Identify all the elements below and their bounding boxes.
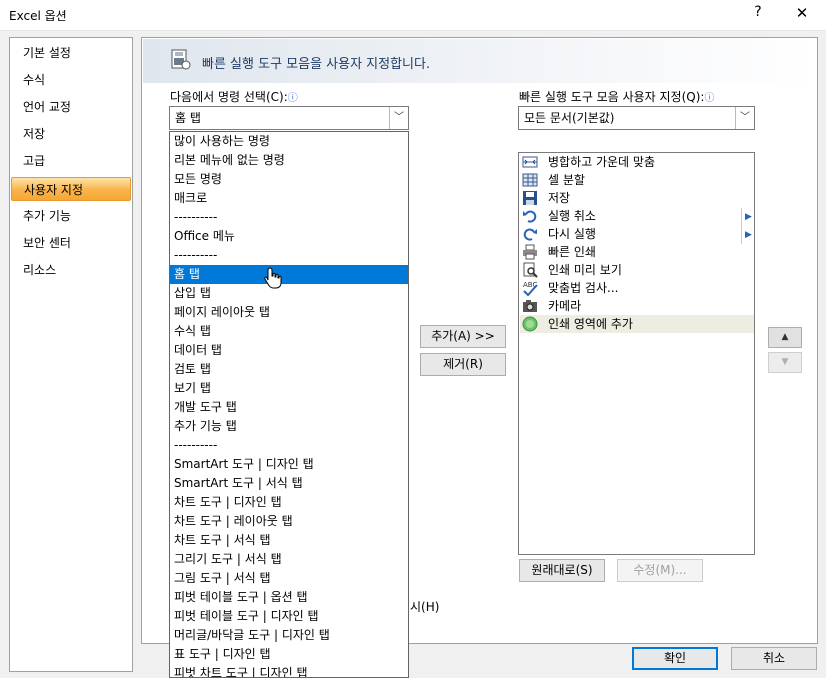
quick-access-toolbar-icon bbox=[171, 49, 191, 70]
nav-item-resources[interactable]: 리소스 bbox=[11, 258, 131, 282]
undo-icon bbox=[523, 210, 537, 223]
add-button[interactable]: 추가(A) >> bbox=[420, 325, 506, 348]
list-item[interactable]: 빠른 인쇄 bbox=[520, 243, 754, 261]
dropdown-separator: ---------- bbox=[174, 248, 218, 262]
submenu-arrow-icon: ▶ bbox=[741, 208, 752, 226]
print-preview-icon bbox=[523, 262, 538, 278]
hand-cursor-icon bbox=[264, 267, 282, 289]
dropdown-option[interactable]: 차트 도구 | 레이아웃 탭 bbox=[170, 512, 408, 531]
submenu-arrow-icon: ▶ bbox=[741, 226, 752, 244]
panel-header-title: 빠른 실행 도구 모음을 사용자 지정합니다. bbox=[202, 57, 431, 72]
list-item[interactable]: 저장 bbox=[520, 189, 754, 207]
list-item[interactable]: 인쇄 미리 보기 bbox=[520, 261, 754, 279]
options-nav: 기본 설정 수식 언어 교정 저장 고급 사용자 지정 추가 기능 보안 센터 … bbox=[9, 37, 133, 672]
dropdown-separator: ---------- bbox=[174, 438, 218, 452]
split-cells-icon bbox=[522, 173, 538, 187]
dropdown-option[interactable]: Office 메뉴 bbox=[170, 227, 408, 246]
nav-item-save[interactable]: 저장 bbox=[11, 122, 131, 146]
chevron-down-icon[interactable]: ﹀ bbox=[735, 107, 754, 129]
quick-print-icon bbox=[523, 244, 537, 260]
dropdown-option[interactable]: 삽입 탭 bbox=[170, 284, 408, 303]
nav-item-advanced[interactable]: 고급 bbox=[11, 149, 131, 173]
nav-item-general[interactable]: 기본 설정 bbox=[11, 41, 131, 65]
move-up-button[interactable]: ▲ bbox=[768, 327, 802, 348]
dropdown-option[interactable]: 수식 탭 bbox=[170, 322, 408, 341]
list-item[interactable]: 다시 실행 ▶ bbox=[520, 225, 754, 244]
customize-qat-label-text: 빠른 실행 도구 모음 사용자 지정(Q): bbox=[519, 90, 705, 104]
commands-from-dropdown[interactable]: 많이 사용하는 명령 리본 메뉴에 없는 명령 모든 명령 매크로 ------… bbox=[169, 131, 409, 678]
close-button[interactable]: ✕ bbox=[786, 4, 818, 26]
dropdown-option[interactable]: 개발 도구 탭 bbox=[170, 398, 408, 417]
dropdown-option[interactable]: 보기 탭 bbox=[170, 379, 408, 398]
nav-item-addins[interactable]: 추가 기능 bbox=[11, 204, 131, 228]
commands-from-label-text: 다음에서 명령 선택(C): bbox=[170, 90, 288, 104]
nav-item-customize[interactable]: 사용자 지정 bbox=[11, 177, 131, 201]
dropdown-option[interactable]: 그리기 도구 | 서식 탭 bbox=[170, 550, 408, 569]
dropdown-option[interactable]: 피벗 테이블 도구 | 옵션 탭 bbox=[170, 588, 408, 607]
dropdown-option[interactable]: 머리글/바닥글 도구 | 디자인 탭 bbox=[170, 626, 408, 645]
dropdown-option[interactable]: 매크로 bbox=[170, 189, 408, 208]
nav-item-formulas[interactable]: 수식 bbox=[11, 68, 131, 92]
redo-icon bbox=[523, 228, 537, 241]
dropdown-option[interactable]: 피벗 테이블 도구 | 디자인 탭 bbox=[170, 607, 408, 626]
dropdown-option[interactable]: 차트 도구 | 서식 탭 bbox=[170, 531, 408, 550]
dropdown-option[interactable]: 데이터 탭 bbox=[170, 341, 408, 360]
nav-item-trust-center[interactable]: 보안 센터 bbox=[11, 231, 131, 255]
ok-button[interactable]: 확인 bbox=[632, 647, 718, 670]
chevron-down-icon[interactable]: ﹀ bbox=[389, 107, 408, 129]
window-title: Excel 옵션 bbox=[9, 9, 67, 23]
title-bar: Excel 옵션 ? ✕ bbox=[0, 0, 826, 31]
info-icon: ⓘ bbox=[704, 93, 715, 104]
help-button[interactable]: ? bbox=[744, 4, 772, 26]
list-item[interactable]: 인쇄 영역에 추가 bbox=[520, 315, 754, 333]
commands-from-select[interactable]: 홈 탭 ﹀ bbox=[169, 106, 409, 130]
reset-button[interactable]: 원래대로(S) bbox=[519, 559, 605, 582]
move-down-button[interactable]: ▼ bbox=[768, 352, 802, 373]
dropdown-option[interactable]: 페이지 레이아웃 탭 bbox=[170, 303, 408, 322]
qat-commands-list[interactable]: 병합하고 가운데 맞춤 셀 분할 저장 실행 취소 ▶ 다시 실행 ▶ 빠른 인… bbox=[518, 152, 755, 555]
dropdown-option[interactable]: SmartArt 도구 | 디자인 탭 bbox=[170, 455, 408, 474]
camera-icon bbox=[523, 300, 537, 312]
dropdown-option[interactable]: 모든 명령 bbox=[170, 170, 408, 189]
dropdown-separator: ---------- bbox=[174, 210, 218, 224]
info-icon: ⓘ bbox=[287, 93, 298, 104]
nav-item-proofing[interactable]: 언어 교정 bbox=[11, 95, 131, 119]
dropdown-option[interactable]: SmartArt 도구 | 서식 탭 bbox=[170, 474, 408, 493]
dropdown-option-selected[interactable]: 홈 탭 bbox=[170, 265, 408, 284]
list-item[interactable]: 카메라 bbox=[520, 297, 754, 315]
dropdown-option[interactable]: 그림 도구 | 서식 탭 bbox=[170, 569, 408, 588]
cancel-button[interactable]: 취소 bbox=[731, 647, 817, 670]
panel-header: 빠른 실행 도구 모음을 사용자 지정합니다. bbox=[143, 39, 817, 83]
dropdown-option[interactable]: 검토 탭 bbox=[170, 360, 408, 379]
dropdown-option[interactable]: 피벗 차트 도구 | 디자인 탭 bbox=[170, 664, 408, 677]
remove-button[interactable]: 제거(R) bbox=[420, 353, 506, 376]
modify-button[interactable]: 수정(M)... bbox=[617, 559, 703, 582]
commands-from-value: 홈 탭 bbox=[175, 111, 201, 125]
dropdown-option[interactable]: 차트 도구 | 디자인 탭 bbox=[170, 493, 408, 512]
qat-scope-value: 모든 문서(기본값) bbox=[524, 111, 615, 125]
dropdown-option[interactable]: 표 도구 | 디자인 탭 bbox=[170, 645, 408, 664]
qat-scope-select[interactable]: 모든 문서(기본값) ﹀ bbox=[518, 106, 755, 130]
show-qat-below-label[interactable]: 시(H) bbox=[410, 598, 439, 615]
merge-center-icon bbox=[522, 156, 538, 168]
list-item[interactable]: 셀 분할 bbox=[520, 171, 754, 189]
dropdown-option[interactable]: 추가 기능 탭 bbox=[170, 417, 408, 436]
add-print-area-icon bbox=[522, 316, 538, 332]
list-item[interactable]: ABC 맞춤법 검사... bbox=[520, 279, 754, 297]
save-icon bbox=[523, 191, 537, 205]
commands-from-label: 다음에서 명령 선택(C):ⓘ bbox=[170, 88, 298, 105]
dropdown-option[interactable]: 많이 사용하는 명령 bbox=[170, 132, 408, 151]
list-item[interactable]: 실행 취소 ▶ bbox=[520, 207, 754, 226]
spelling-icon: ABC bbox=[523, 281, 538, 296]
dropdown-option[interactable]: 리본 메뉴에 없는 명령 bbox=[170, 151, 408, 170]
list-item[interactable]: 병합하고 가운데 맞춤 bbox=[520, 153, 754, 171]
customize-qat-label: 빠른 실행 도구 모음 사용자 지정(Q):ⓘ bbox=[519, 88, 714, 105]
